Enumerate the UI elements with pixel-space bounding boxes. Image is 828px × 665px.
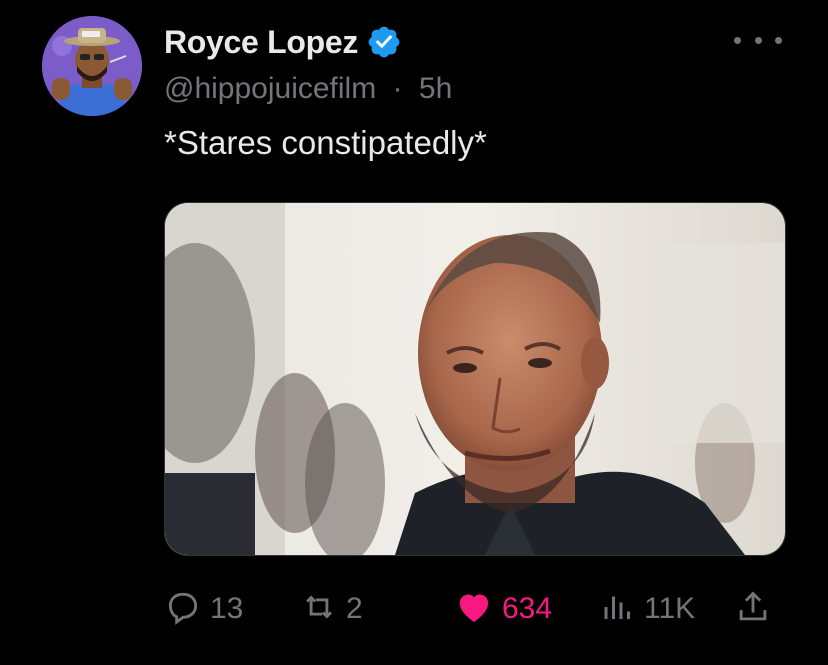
reply-count: 13 [210,592,244,625]
author-handle[interactable]: @hippojuicefilm [164,72,376,105]
author-meta: @hippojuicefilm · 5h [164,72,452,106]
repost-button[interactable]: 2 [300,584,363,634]
author-avatar[interactable] [42,16,142,116]
repost-count: 2 [346,592,363,625]
photo-image [165,203,785,555]
heart-icon [454,587,494,632]
tweet[interactable]: Royce Lopez @hippojuicefilm · 5h *Stares… [0,0,828,665]
reply-button[interactable]: 13 [164,584,243,634]
author-display-name[interactable]: Royce Lopez [164,24,358,61]
verified-badge-icon[interactable] [366,24,402,60]
avatar-illustration [42,16,142,116]
repost-icon [300,588,338,631]
tweet-media-photo[interactable] [164,202,786,556]
tweet-actions: 13 2 634 11K [164,584,784,634]
tweet-timestamp[interactable]: 5h [419,72,452,105]
like-button[interactable]: 634 [454,584,552,634]
like-count: 634 [502,592,553,625]
share-icon [734,588,772,631]
reply-icon [164,588,202,631]
tweet-text: *Stares constipatedly* [164,124,487,161]
views-count: 11K [644,592,696,625]
share-button[interactable] [734,584,772,634]
views-icon [600,588,636,631]
meta-separator: · [392,72,403,105]
views-button[interactable]: 11K [600,584,695,634]
more-options-icon[interactable] [734,26,782,54]
author-name-row: Royce Lopez [164,22,402,62]
